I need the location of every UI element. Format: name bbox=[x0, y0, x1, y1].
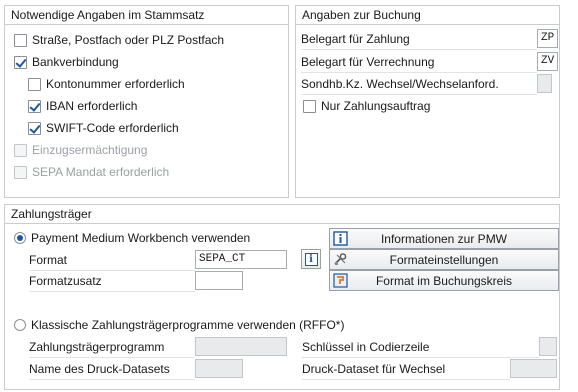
checkbox-box[interactable] bbox=[14, 33, 27, 47]
bill-print-dataset-input bbox=[510, 359, 557, 378]
field-label-format: Format bbox=[29, 253, 68, 267]
checkbox-iban[interactable]: IBAN erforderlich bbox=[28, 96, 137, 116]
settings-tools-icon bbox=[333, 252, 348, 267]
field-label-payment-program: Zahlungsträgerprogramm bbox=[29, 340, 165, 354]
button-label: Formateinstellungen bbox=[389, 252, 499, 267]
posting-data-panel: Angaben zur Buchung Belegart für Zahlung… bbox=[295, 5, 560, 198]
radio-button[interactable] bbox=[14, 319, 26, 331]
radio-label: Payment Medium Workbench verwenden bbox=[31, 231, 251, 245]
field-label-print-dataset: Name des Druck-Datasets bbox=[29, 362, 170, 376]
checkbox-bank-details[interactable]: Bankverbindung bbox=[14, 52, 119, 72]
divider bbox=[301, 49, 537, 50]
checkbox-account-number[interactable]: Kontonummer erforderlich bbox=[28, 74, 185, 94]
special-gl-input bbox=[537, 74, 552, 93]
field-label-code-line-key: Schlüssel in Codierzeile bbox=[302, 340, 430, 354]
radio-pmw[interactable]: Payment Medium Workbench verwenden bbox=[14, 228, 250, 248]
checkbox-address[interactable]: Straße, Postfach oder PLZ Postfach bbox=[14, 30, 224, 50]
divider bbox=[29, 291, 195, 292]
checkbox-box[interactable] bbox=[28, 99, 41, 113]
format-info-button[interactable]: i bbox=[301, 249, 321, 269]
button-label: Informationen zur PMW bbox=[380, 231, 508, 246]
code-line-key-input bbox=[539, 337, 557, 356]
field-label-doc-type-payment: Belegart für Zahlung bbox=[301, 32, 410, 46]
radio-classic-programs[interactable]: Klassische Zahlungsträgerprogramme verwe… bbox=[14, 315, 344, 335]
info-icon: i bbox=[304, 252, 318, 266]
checkbox-box[interactable] bbox=[28, 77, 41, 91]
checkbox-label: IBAN erforderlich bbox=[46, 99, 138, 113]
payment-program-input bbox=[195, 337, 287, 356]
checkbox-label: Straße, Postfach oder PLZ Postfach bbox=[32, 33, 225, 47]
checkbox-label: SWIFT-Code erforderlich bbox=[46, 121, 179, 135]
checkbox-label: Kontonummer erforderlich bbox=[46, 77, 185, 91]
checkbox-label: Nur Zahlungsauftrag bbox=[321, 99, 431, 113]
payment-medium-panel: Zahlungsträger Payment Medium Workbench … bbox=[4, 204, 560, 390]
format-settings-button[interactable]: Formateinstellungen bbox=[329, 249, 559, 270]
checkbox-sepa-mandate: SEPA Mandat erforderlich bbox=[14, 162, 169, 182]
button-label: Format im Buchungskreis bbox=[375, 273, 513, 288]
doc-type-clearing-input[interactable]: ZV bbox=[537, 52, 558, 71]
divider bbox=[302, 379, 510, 380]
field-label-bill-print-dataset: Druck-Dataset für Wechsel bbox=[302, 362, 446, 376]
divider bbox=[29, 379, 195, 380]
checkbox-box bbox=[14, 143, 27, 157]
checkbox-box[interactable] bbox=[28, 121, 41, 135]
print-dataset-input bbox=[195, 359, 243, 378]
panel-title: Zahlungsträger bbox=[5, 205, 559, 224]
doc-type-payment-input[interactable]: ZP bbox=[537, 29, 558, 48]
checkbox-box[interactable] bbox=[303, 99, 316, 113]
divider bbox=[29, 357, 195, 358]
panel-title: Notwendige Angaben im Stammsatz bbox=[5, 6, 288, 25]
company-code-icon bbox=[333, 273, 348, 288]
panel-title: Angaben zur Buchung bbox=[296, 6, 559, 25]
checkbox-direct-debit: Einzugsermächtigung bbox=[14, 140, 147, 160]
field-label-format-suffix: Formatzusatz bbox=[29, 274, 102, 288]
divider bbox=[301, 94, 537, 95]
format-input[interactable]: SEPA_CT bbox=[195, 250, 287, 269]
required-data-panel: Notwendige Angaben im Stammsatz Straße, … bbox=[4, 5, 289, 198]
checkbox-label: Bankverbindung bbox=[32, 55, 119, 69]
checkbox-label: Einzugsermächtigung bbox=[32, 143, 148, 157]
company-code-format-button[interactable]: Format im Buchungskreis bbox=[329, 270, 559, 291]
checkbox-box[interactable] bbox=[14, 55, 27, 69]
checkbox-swift[interactable]: SWIFT-Code erforderlich bbox=[28, 118, 179, 138]
divider bbox=[302, 357, 539, 358]
format-suffix-input[interactable] bbox=[195, 271, 243, 290]
radio-button[interactable] bbox=[14, 232, 26, 244]
radio-label: Klassische Zahlungsträgerprogramme verwe… bbox=[31, 318, 345, 332]
field-label-doc-type-clearing: Belegart für Verrechnung bbox=[301, 55, 435, 69]
info-icon bbox=[333, 231, 348, 246]
checkbox-payment-order-only[interactable]: Nur Zahlungsauftrag bbox=[303, 96, 430, 116]
checkbox-box bbox=[14, 165, 27, 179]
pmw-info-button[interactable]: Informationen zur PMW bbox=[329, 228, 559, 249]
checkbox-label: SEPA Mandat erforderlich bbox=[32, 165, 170, 179]
field-label-special-gl: Sondhb.Kz. Wechsel/Wechselanford. bbox=[301, 77, 499, 91]
divider bbox=[301, 72, 537, 73]
